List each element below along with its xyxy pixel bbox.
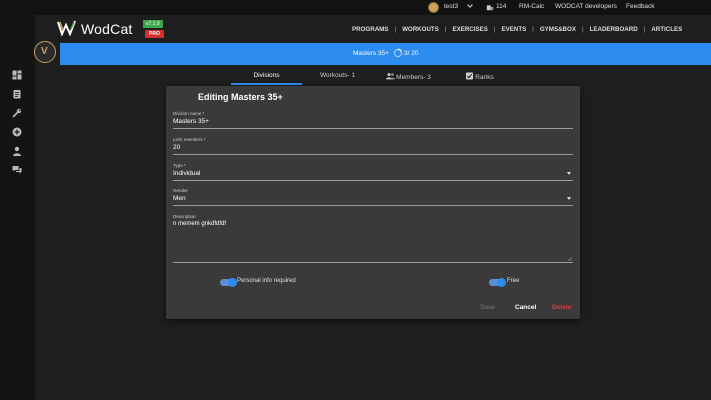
nav-programs[interactable]: PROGRAMS (352, 26, 388, 33)
gender-label: Gender (173, 188, 189, 193)
description-value: n memem gnkdfdfdf (173, 221, 227, 227)
nav-separator: | (532, 26, 534, 33)
type-field: Type * Individual (173, 163, 573, 181)
tab-workouts-label: Workouts- 1 (320, 72, 355, 79)
progress-ring-icon (393, 48, 403, 58)
cancel-button[interactable]: Cancel (515, 304, 536, 311)
checkbox-icon (466, 72, 474, 80)
division-name-label: Division name * (173, 111, 205, 116)
main-nav: PROGRAMS | WORKOUTS | EXERCISES | EVENTS | GYMS&… (352, 26, 682, 33)
tab-divisions-label: Divisions (253, 72, 280, 79)
limit-members-label: Limit members * (173, 137, 206, 142)
banner-member-count: 3/ 20 (404, 50, 419, 57)
type-value: Individual (173, 170, 201, 177)
nav-separator: | (581, 26, 584, 33)
description-textarea[interactable]: n memem gnkdfdfdf (173, 221, 573, 263)
tab-ranks[interactable]: Ranks (444, 67, 515, 85)
dropdown-caret-icon (567, 197, 571, 200)
clipboard-icon[interactable] (12, 89, 22, 99)
top-utility-bar: test3 114 RM-Calc WODCAT developers Feed… (0, 0, 711, 15)
nav-articles[interactable]: ARTICLES (651, 26, 682, 33)
version-badge: v7.1.9 (143, 20, 163, 28)
chat-icon[interactable] (12, 165, 22, 175)
banner-division-name: Masters 35+ (353, 50, 389, 57)
developers-link[interactable]: WODCAT developers (555, 3, 617, 10)
brand-name[interactable]: WodCat (81, 21, 133, 37)
tab-workouts[interactable]: Workouts- 1 (302, 67, 373, 85)
delete-button[interactable]: Delete (552, 304, 572, 311)
gender-value: Men (173, 195, 186, 202)
nav-gyms[interactable]: GYMS&BOX (540, 26, 576, 33)
limit-members-field: Limit members * 20 (173, 137, 573, 155)
gym-logo[interactable]: V (34, 41, 56, 63)
division-banner: Masters 35+ 3/ 20 (60, 43, 711, 65)
gender-field: Gender Men (173, 188, 573, 206)
edit-division-dialog: Editing Masters 35+ Division name * Mast… (166, 86, 580, 319)
free-toggle[interactable] (489, 278, 506, 287)
dashboard-icon[interactable] (12, 70, 22, 80)
nav-separator: | (493, 26, 496, 33)
nav-separator: | (444, 26, 447, 33)
division-name-field: Division name * Masters 35+ (173, 111, 573, 129)
description-label: Description (173, 214, 196, 219)
tab-divisions[interactable]: Divisions (231, 67, 302, 85)
chevron-down-icon[interactable] (466, 2, 474, 10)
people-icon (386, 73, 396, 80)
toggle-knob (497, 278, 506, 287)
tab-members-label: Members- 3 (396, 74, 431, 81)
gender-select[interactable]: Men (173, 195, 573, 206)
box-count[interactable]: 114 (496, 3, 506, 10)
add-circle-icon[interactable] (12, 127, 22, 137)
tab-bar: Divisions Workouts- 1 Members- 3 Ranks (231, 67, 531, 85)
description-field: Description n memem gnkdfdfdf (173, 214, 573, 263)
nav-workouts[interactable]: WORKOUTS (402, 26, 439, 33)
username[interactable]: test3 (444, 3, 458, 10)
pro-badge: PRO (145, 30, 164, 38)
type-label: Type * (173, 163, 186, 168)
nav-leaderboard[interactable]: LEADERBOARD (590, 26, 638, 33)
building-icon (486, 5, 494, 11)
resize-handle-icon[interactable] (567, 256, 572, 261)
wodcat-logo-icon[interactable] (57, 20, 79, 36)
nav-exercises[interactable]: EXERCISES (452, 26, 487, 33)
feedback-link[interactable]: Feedback (626, 3, 655, 10)
sidebar (0, 15, 35, 400)
save-button[interactable]: Save (480, 304, 495, 311)
personal-info-label: Personal info required (237, 278, 296, 284)
personal-info-toggle[interactable] (220, 278, 237, 287)
tab-ranks-label: Ranks (475, 74, 494, 81)
limit-members-input[interactable]: 20 (173, 144, 573, 155)
header: WodCat v7.1.9 PRO PROGRAMS | WORKOUTS | EXER… (35, 15, 711, 42)
person-icon[interactable] (12, 146, 22, 156)
free-label: Free (507, 278, 520, 284)
user-avatar[interactable] (428, 2, 439, 13)
type-select[interactable]: Individual (173, 170, 573, 181)
tab-members[interactable]: Members- 3 (373, 67, 444, 85)
nav-separator: | (643, 26, 646, 33)
toggle-knob (228, 278, 237, 287)
division-name-input[interactable]: Masters 35+ (173, 118, 573, 129)
rm-calc-link[interactable]: RM-Calc (519, 3, 544, 10)
dialog-title: Editing Masters 35+ (198, 92, 283, 102)
nav-separator: | (394, 26, 397, 33)
tools-icon[interactable] (12, 108, 22, 118)
dropdown-caret-icon (567, 172, 571, 175)
nav-events[interactable]: EVENTS (501, 26, 526, 33)
